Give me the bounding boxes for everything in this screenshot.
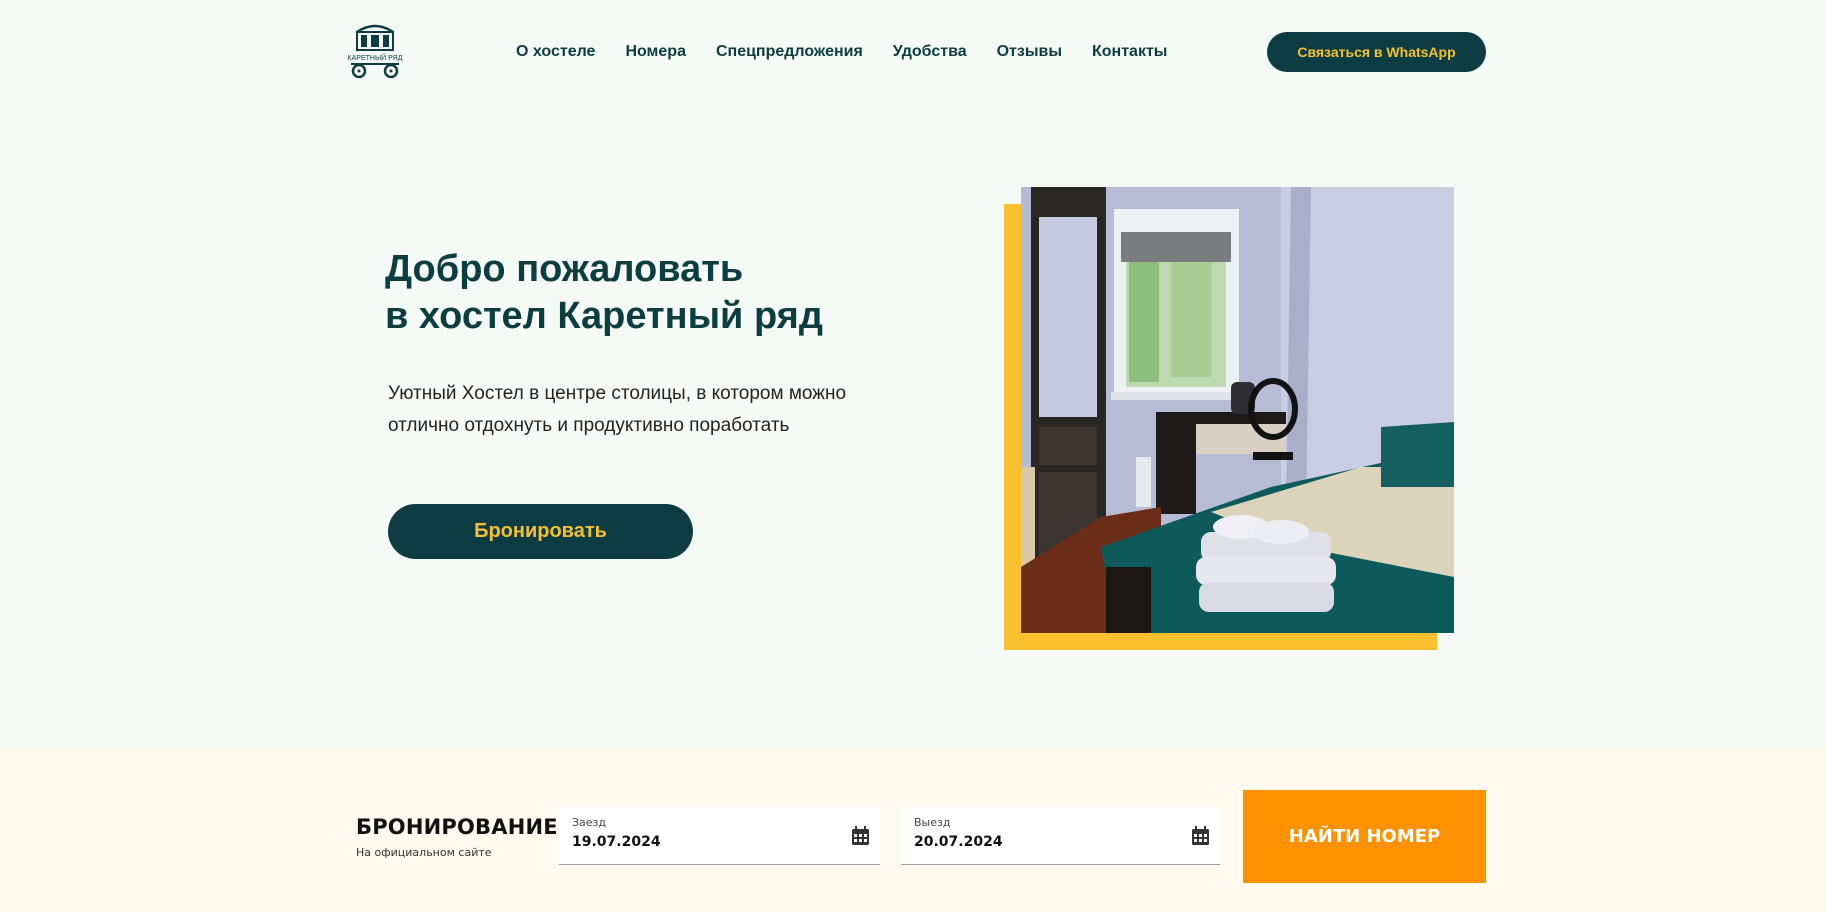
main-nav: О хостеле Номера Спецпредложения Удобств… xyxy=(516,43,1197,61)
hero-title-line-2: в хостел Каретный ряд xyxy=(385,295,823,337)
logo-text: КАРЕТНЫЙ РЯД xyxy=(348,53,403,62)
checkin-label: Заезд xyxy=(572,816,607,829)
checkin-date-field[interactable]: Заезд 19.07.2024 xyxy=(559,807,880,865)
nav-rooms[interactable]: Номера xyxy=(625,43,686,61)
logo[interactable]: КАРЕТНЫЙ РЯД xyxy=(343,18,407,80)
booking-subtitle: На официальном сайте xyxy=(356,846,492,859)
hero-subtitle: Уютный Хостел в центре столицы, в которо… xyxy=(388,378,908,442)
booking-title: БРОНИРОВАНИЕ xyxy=(356,815,558,839)
nav-amenities[interactable]: Удобства xyxy=(893,43,967,61)
nav-reviews[interactable]: Отзывы xyxy=(997,43,1062,61)
hero-subtitle-line-2: отлично отдохнуть и продуктивно поработа… xyxy=(388,415,790,436)
calendar-icon[interactable] xyxy=(851,826,870,846)
nav-contacts[interactable]: Контакты xyxy=(1092,43,1167,61)
checkin-value[interactable]: 19.07.2024 xyxy=(572,834,661,850)
site-header: КАРЕТНЫЙ РЯД О хостеле Номера Спецпредло… xyxy=(0,0,1826,105)
checkout-label: Выезд xyxy=(914,816,951,829)
whatsapp-contact-button[interactable]: Связаться в WhatsApp xyxy=(1267,32,1486,72)
hero-title: Добро пожаловать в хостел Каретный ряд xyxy=(385,246,905,340)
hero-subtitle-line-1: Уютный Хостел в центре столицы, в которо… xyxy=(388,383,847,404)
nav-special-offers[interactable]: Спецпредложения xyxy=(716,43,863,61)
book-button[interactable]: Бронировать xyxy=(388,504,693,559)
room-photo xyxy=(1021,187,1454,633)
calendar-icon[interactable] xyxy=(1191,826,1210,846)
checkout-date-field[interactable]: Выезд 20.07.2024 xyxy=(901,807,1220,865)
carriage-logo-icon: КАРЕТНЫЙ РЯД xyxy=(348,24,403,79)
checkout-value[interactable]: 20.07.2024 xyxy=(914,834,1003,850)
nav-about[interactable]: О хостеле xyxy=(516,43,595,61)
hero-title-line-1: Добро пожаловать xyxy=(385,248,744,290)
find-room-button[interactable]: НАЙТИ НОМЕР xyxy=(1243,790,1486,883)
